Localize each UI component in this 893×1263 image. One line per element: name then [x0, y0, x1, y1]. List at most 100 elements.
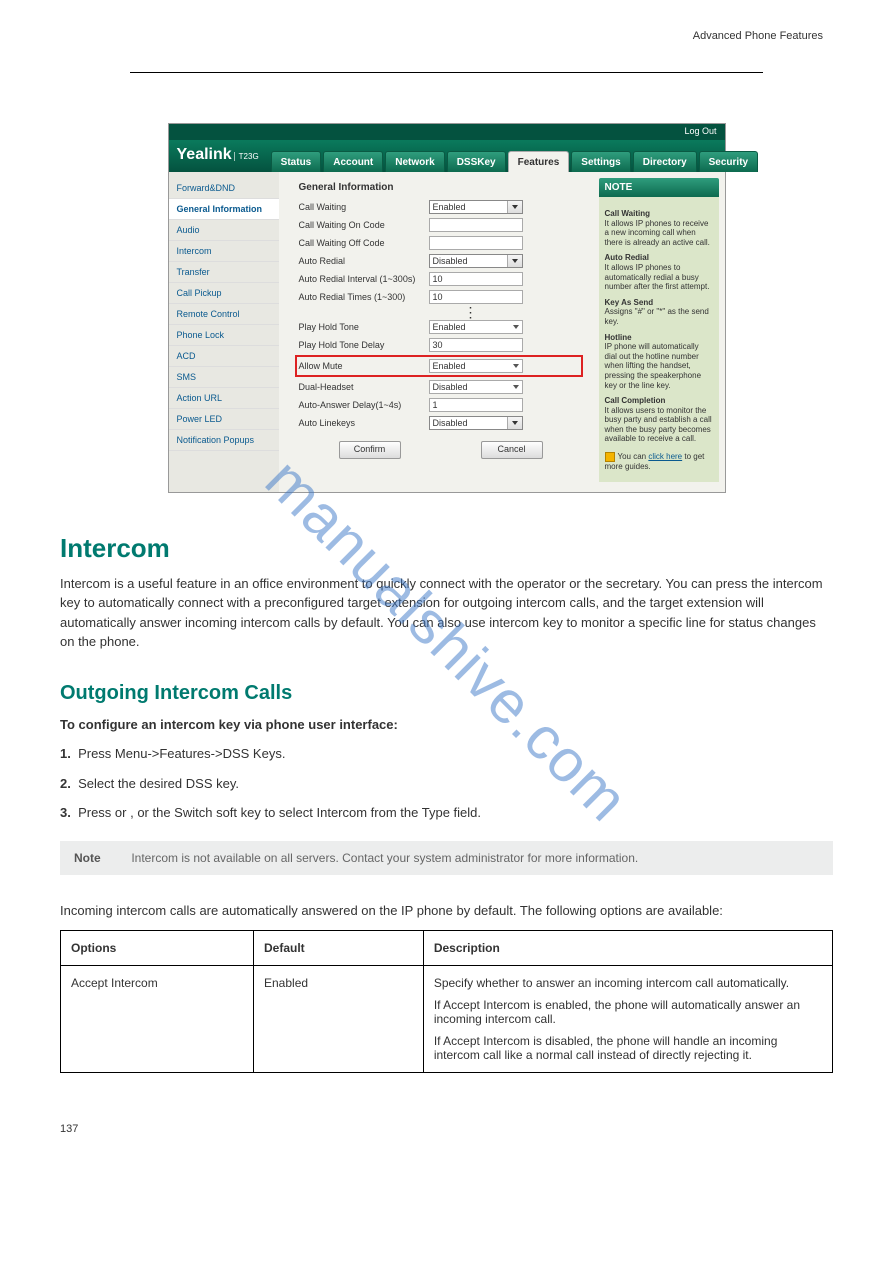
form-label: Play Hold Tone Delay [299, 340, 429, 350]
note-link-line: You can click here to get more guides. [605, 452, 713, 472]
step-3-text: Press or , or the Switch soft key to sel… [78, 805, 481, 820]
options-table: Options Default Description Accept Inter… [60, 930, 833, 1073]
form-label: Auto Redial Times (1~300) [299, 292, 429, 302]
page-header-right: Advanced Phone Features [693, 30, 823, 42]
sidebar-item-notification-popups[interactable]: Notification Popups [169, 430, 279, 451]
select-input[interactable]: Enabled [429, 359, 523, 373]
text-input[interactable] [429, 236, 523, 250]
form-label: Auto Redial [299, 256, 429, 266]
cancel-button[interactable]: Cancel [481, 441, 543, 459]
form-label: Allow Mute [299, 361, 429, 371]
brand-text: Yealink [177, 146, 232, 163]
step-1-text: Press Menu->Features->DSS Keys. [78, 746, 285, 761]
note-item-head: Call Completion [605, 396, 713, 406]
text-input[interactable]: 30 [429, 338, 523, 352]
field-value: Disabled [433, 256, 468, 266]
field-value: 10 [433, 274, 443, 284]
intercom-paragraph: Intercom is a useful feature in an offic… [60, 574, 833, 652]
tab-network[interactable]: Network [385, 151, 444, 172]
form-title: General Information [299, 182, 583, 193]
step-2-text: Select the desired DSS key. [78, 776, 239, 791]
tab-directory[interactable]: Directory [633, 151, 697, 172]
sidebar-item-action-url[interactable]: Action URL [169, 388, 279, 409]
step-number-3: 3. [60, 805, 71, 820]
select-input[interactable]: Enabled [429, 320, 523, 334]
note-item-body: It allows IP phones to receive a new inc… [605, 219, 713, 248]
form-row: Auto Redial Times (1~300)10 [299, 289, 583, 305]
field-value: Disabled [433, 418, 468, 428]
form-label: Dual-Headset [299, 382, 429, 392]
configure-lead: To configure an intercom key via phone u… [60, 715, 833, 735]
note-item-body: It allows users to monitor the busy part… [605, 406, 713, 444]
form-row: Call Waiting On Code [299, 217, 583, 233]
note-column: NOTE Call WaitingIt allows IP phones to … [593, 172, 725, 492]
th-default: Default [254, 931, 424, 966]
field-value: Enabled [433, 322, 466, 332]
select-input[interactable]: Disabled [429, 254, 523, 268]
step-1: 1. Press Menu->Features->DSS Keys. [60, 744, 833, 764]
sidebar-item-sms[interactable]: SMS [169, 367, 279, 388]
table-row: Accept Intercom Enabled Specify whether … [61, 966, 833, 1073]
tab-security[interactable]: Security [699, 151, 758, 172]
desc-p1: Specify whether to answer an incoming in… [434, 976, 822, 990]
form-row: Play Hold Tone Enabled [299, 319, 583, 335]
shot-header: YealinkT23G StatusAccountNetworkDSSKeyFe… [169, 140, 725, 172]
sidebar-item-transfer[interactable]: Transfer [169, 262, 279, 283]
note-guides-link[interactable]: click here [648, 452, 682, 461]
tab-dsskey[interactable]: DSSKey [447, 151, 506, 172]
form-row: Allow MuteEnabled [295, 355, 583, 377]
form-label: Call Waiting [299, 202, 429, 212]
section-intercom-heading: Intercom [60, 533, 833, 564]
logout-link[interactable]: Log Out [684, 126, 716, 136]
text-input[interactable]: 1 [429, 398, 523, 412]
sidebar-item-remote-control[interactable]: Remote Control [169, 304, 279, 325]
text-input[interactable]: 10 [429, 272, 523, 286]
note-item-body: IP phone will automatically dial out the… [605, 342, 713, 390]
sidebar-item-call-pickup[interactable]: Call Pickup [169, 283, 279, 304]
form-label: Call Waiting Off Code [299, 238, 429, 248]
sidebar-item-general-information[interactable]: General Information [169, 199, 279, 220]
form-label: Play Hold Tone [299, 322, 429, 332]
text-input[interactable] [429, 218, 523, 232]
step-number-2: 2. [60, 776, 71, 791]
note-label: Note [74, 851, 128, 865]
sidebar: Forward&DNDGeneral InformationAudioInter… [169, 172, 279, 492]
sidebar-item-intercom[interactable]: Intercom [169, 241, 279, 262]
tab-settings[interactable]: Settings [571, 151, 630, 172]
field-value: 1 [433, 400, 438, 410]
tab-account[interactable]: Account [323, 151, 383, 172]
note-item-body: It allows IP phones to automatically red… [605, 263, 713, 292]
form-row: Play Hold Tone Delay 30 [299, 337, 583, 353]
brand-model: T23G [234, 152, 259, 161]
shot-titlebar: Log Out [169, 124, 725, 140]
text-input[interactable]: 10 [429, 290, 523, 304]
cell-description: Specify whether to answer an incoming in… [423, 966, 832, 1073]
field-value: 30 [433, 340, 443, 350]
sidebar-item-power-led[interactable]: Power LED [169, 409, 279, 430]
select-input[interactable]: Disabled [429, 380, 523, 394]
chevron-down-icon[interactable] [507, 255, 522, 267]
sidebar-item-phone-lock[interactable]: Phone Lock [169, 325, 279, 346]
note-item-head: Hotline [605, 333, 713, 343]
sidebar-item-acd[interactable]: ACD [169, 346, 279, 367]
step-3: 3. Press or , or the Switch soft key to … [60, 803, 833, 823]
select-input[interactable]: Enabled [429, 200, 523, 214]
chevron-down-icon[interactable] [507, 201, 522, 213]
confirm-button[interactable]: Confirm [339, 441, 401, 459]
form-label: Auto-Answer Delay(1~4s) [299, 400, 429, 410]
brand-logo: YealinkT23G [177, 146, 271, 172]
field-value: Disabled [433, 382, 468, 392]
form-row: Call WaitingEnabled [299, 199, 583, 215]
top-divider [130, 72, 763, 73]
cell-option: Accept Intercom [61, 966, 254, 1073]
chevron-down-icon[interactable] [507, 417, 522, 429]
sidebar-item-audio[interactable]: Audio [169, 220, 279, 241]
tab-status[interactable]: Status [271, 151, 322, 172]
tab-features[interactable]: Features [508, 151, 570, 172]
desc-p2: If Accept Intercom is enabled, the phone… [434, 998, 822, 1026]
form-label: Call Waiting On Code [299, 220, 429, 230]
form-row: Auto LinekeysDisabled [299, 415, 583, 431]
page-number: 137 [60, 1123, 833, 1135]
sidebar-item-forward-dnd[interactable]: Forward&DND [169, 178, 279, 199]
select-input[interactable]: Disabled [429, 416, 523, 430]
